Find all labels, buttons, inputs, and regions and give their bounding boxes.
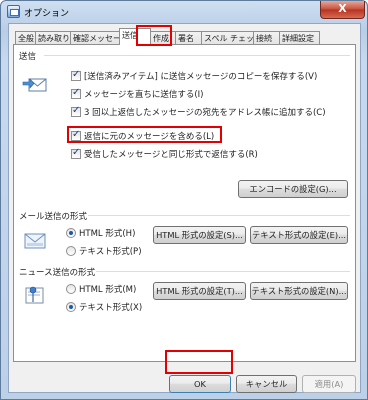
- ok-button[interactable]: OK: [169, 375, 231, 393]
- tab-spelling[interactable]: スペル チェック: [201, 31, 254, 45]
- send-mail-icon: [22, 78, 47, 92]
- send-tab-highlight: [136, 25, 172, 46]
- send-section-heading: 送信: [19, 50, 37, 62]
- mail-text-option[interactable]: テキスト形式(P): [66, 245, 142, 257]
- mail-text-label: テキスト形式(P): [79, 247, 142, 257]
- tab-signatures[interactable]: 署名: [175, 31, 202, 45]
- mail-html-radio[interactable]: [66, 228, 76, 238]
- news-text-settings-button[interactable]: テキスト形式の設定(N)...: [250, 282, 348, 300]
- send-immediately-checkbox[interactable]: [71, 87, 81, 99]
- tab-general[interactable]: 全般: [15, 31, 36, 45]
- tab-read[interactable]: 読み取り: [35, 31, 71, 45]
- options-window: オプション X 全般 読み取り 確認メッセージ 送信 作成 署名 スペル チェッ…: [0, 0, 368, 400]
- encoding-settings-button[interactable]: エンコードの設定(G)...: [238, 180, 348, 198]
- mail-text-radio[interactable]: [66, 246, 76, 256]
- tab-advanced[interactable]: 詳細設定: [279, 31, 320, 45]
- mail-format-heading: メール送信の形式: [19, 210, 88, 222]
- news-format-icon: [25, 286, 44, 304]
- mail-format-icon: [24, 233, 46, 249]
- send-immediately-label: メッセージを直ちに送信する(I): [84, 90, 204, 100]
- auto-add-contacts-checkbox[interactable]: [71, 105, 81, 117]
- send-tab-panel: 送信 [送信済みアイテム] に送信メッセージのコピーを保存する(V) メッセージ…: [13, 44, 356, 362]
- reply-same-format-checkbox[interactable]: [71, 147, 81, 159]
- reply-same-format-option[interactable]: 受信したメッセージと同じ形式で返信する(R): [71, 147, 258, 160]
- news-html-radio[interactable]: [66, 284, 76, 294]
- tab-connection[interactable]: 接続: [253, 31, 280, 45]
- ok-button-highlight: [165, 350, 233, 374]
- news-html-option[interactable]: HTML 形式(M): [66, 283, 136, 295]
- news-format-heading: ニュース送信の形式: [19, 266, 96, 278]
- tab-receipts[interactable]: 確認メッセージ: [70, 31, 120, 45]
- news-text-radio[interactable]: [66, 302, 76, 312]
- news-text-option[interactable]: テキスト形式(X): [66, 301, 142, 313]
- mail-text-settings-button[interactable]: テキスト形式の設定(E)...: [250, 226, 348, 244]
- apply-button[interactable]: 適用(A): [302, 375, 356, 393]
- title-bar[interactable]: オプション X: [1, 1, 367, 23]
- mail-html-option[interactable]: HTML 形式(H): [66, 227, 135, 239]
- reply-same-format-label: 受信したメッセージと同じ形式で返信する(R): [84, 150, 258, 160]
- cancel-button[interactable]: キャンセル: [236, 375, 297, 393]
- save-sent-copy-option[interactable]: [送信済みアイテム] に送信メッセージのコピーを保存する(V): [71, 69, 318, 82]
- save-sent-copy-checkbox[interactable]: [71, 69, 81, 81]
- auto-add-contacts-label: 3 回以上返信したメッセージの宛先をアドレス帳に追加する(C): [84, 108, 326, 118]
- news-text-label: テキスト形式(X): [79, 303, 143, 313]
- divider: [96, 271, 350, 272]
- divider: [44, 55, 350, 56]
- include-original-highlight: [67, 126, 222, 143]
- news-html-settings-button[interactable]: HTML 形式の設定(T)...: [153, 282, 246, 300]
- window-title: オプション: [24, 9, 70, 19]
- send-immediately-option[interactable]: メッセージを直ちに送信する(I): [71, 87, 204, 100]
- dialog-client: 全般 読み取り 確認メッセージ 送信 作成 署名 スペル チェック 接続 詳細設…: [8, 23, 361, 393]
- mail-html-label: HTML 形式(H): [79, 229, 136, 239]
- mail-html-settings-button[interactable]: HTML 形式の設定(S)...: [153, 226, 246, 244]
- app-icon: [7, 5, 20, 18]
- news-html-label: HTML 形式(M): [79, 285, 137, 295]
- divider: [88, 215, 350, 216]
- close-button[interactable]: X: [320, 1, 365, 19]
- auto-add-contacts-option[interactable]: 3 回以上返信したメッセージの宛先をアドレス帳に追加する(C): [71, 105, 326, 118]
- save-sent-copy-label: [送信済みアイテム] に送信メッセージのコピーを保存する(V): [84, 72, 318, 82]
